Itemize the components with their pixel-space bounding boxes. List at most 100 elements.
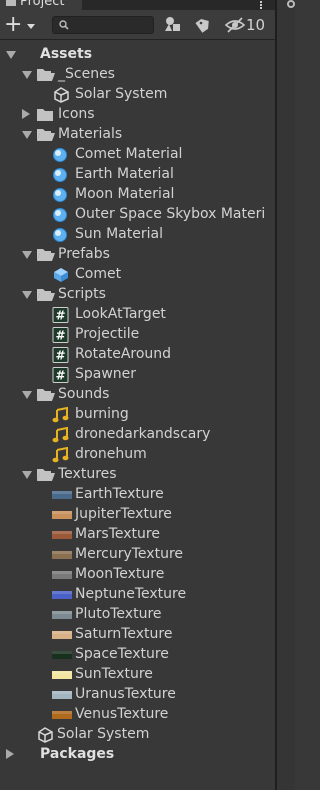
tree-item-label: Icons	[58, 106, 95, 122]
project-toolbar: + 10	[0, 10, 275, 40]
expand-arrow-icon[interactable]	[22, 131, 32, 139]
tree-item-rotatearound[interactable]: # RotateAround	[0, 344, 275, 364]
tree-item-label: MarsTexture	[75, 526, 160, 542]
expand-arrow-icon[interactable]	[22, 71, 32, 79]
material-icon	[52, 187, 69, 202]
tab-project[interactable]: Project	[0, 0, 82, 10]
script-icon: #	[52, 347, 69, 363]
tree-item-label: LookAtTarget	[75, 306, 166, 322]
texture-icon	[52, 627, 72, 641]
tree-item-solar-system[interactable]: Solar System	[0, 724, 275, 744]
search-input[interactable]	[52, 16, 154, 34]
tree-item-mercurytexture[interactable]: MercuryTexture	[0, 544, 275, 564]
shapes-icon	[165, 17, 180, 31]
collapse-arrow-icon[interactable]	[22, 109, 30, 119]
script-icon: #	[52, 327, 69, 343]
tree-item-scenes[interactable]: _Scenes	[0, 64, 275, 84]
audio-icon	[52, 446, 69, 463]
folder-open-icon	[36, 247, 55, 261]
hidden-packages-toggle[interactable]: 10	[224, 15, 274, 35]
tree-item-label: Sun Material	[75, 226, 163, 242]
texture-icon	[52, 527, 72, 541]
expand-arrow-icon[interactable]	[22, 471, 32, 479]
texture-icon	[52, 547, 72, 561]
folder-open-icon	[36, 287, 55, 301]
script-icon: #	[52, 307, 69, 323]
tree-item-uranustexture[interactable]: UranusTexture	[0, 684, 275, 704]
material-icon	[52, 147, 69, 162]
tree-item-sun-material[interactable]: Sun Material	[0, 224, 275, 244]
svg-text:#: #	[55, 369, 65, 383]
tree-item-label: SpaceTexture	[75, 646, 169, 662]
tree-item-label: EarthTexture	[75, 486, 164, 502]
tree-item-venustexture[interactable]: VenusTexture	[0, 704, 275, 724]
tree-item-label: Moon Material	[75, 186, 175, 202]
tree-item-label: JupiterTexture	[75, 506, 172, 522]
collapse-arrow-icon[interactable]	[6, 749, 14, 759]
tree-item-suntexture[interactable]: SunTexture	[0, 664, 275, 684]
tree-item-label: MoonTexture	[75, 566, 165, 582]
label-filter-button[interactable]	[192, 15, 214, 35]
expand-arrow-icon[interactable]	[22, 291, 32, 299]
material-icon	[52, 207, 69, 222]
tree-item-label: Outer Space Skybox Materi	[75, 206, 266, 222]
tree-item-marstexture[interactable]: MarsTexture	[0, 524, 275, 544]
project-tree: Assets _Scenes Solar System Icons Materials C…	[0, 44, 275, 764]
tree-item-prefabs[interactable]: Prefabs	[0, 244, 275, 264]
tree-item-packages[interactable]: Packages	[0, 744, 275, 764]
tree-item-neptunetexture[interactable]: NeptuneTexture	[0, 584, 275, 604]
tree-item-burning[interactable]: burning	[0, 404, 275, 424]
tree-item-textures[interactable]: Textures	[0, 464, 275, 484]
audio-icon	[52, 426, 69, 443]
tree-item-moontexture[interactable]: MoonTexture	[0, 564, 275, 584]
tree-item-moon-material[interactable]: Moon Material	[0, 184, 275, 204]
window-titlebar: Project	[0, 0, 275, 10]
texture-icon	[52, 567, 72, 581]
tree-item-label: dronedarkandscary	[75, 426, 211, 442]
tree-item-label: UranusTexture	[75, 686, 176, 702]
audio-icon	[52, 406, 69, 423]
circle-icon	[287, 0, 295, 8]
tree-item-icons[interactable]: Icons	[0, 104, 275, 124]
tree-item-label: RotateAround	[75, 346, 172, 362]
tree-item-spawner[interactable]: # Spawner	[0, 364, 275, 384]
tree-item-dronedarkandscary[interactable]: dronedarkandscary	[0, 424, 275, 444]
tree-item-dronehum[interactable]: dronehum	[0, 444, 275, 464]
tree-item-lookattarget[interactable]: # LookAtTarget	[0, 304, 275, 324]
tree-item-spacetexture[interactable]: SpaceTexture	[0, 644, 275, 664]
tree-item-sounds[interactable]: Sounds	[0, 384, 275, 404]
tree-item-projectile[interactable]: # Projectile	[0, 324, 275, 344]
tree-item-saturntexture[interactable]: SaturnTexture	[0, 624, 275, 644]
tree-item-label: Scripts	[58, 286, 106, 302]
tree-item-scripts[interactable]: Scripts	[0, 284, 275, 304]
script-icon: #	[52, 367, 69, 383]
tree-item-earth-material[interactable]: Earth Material	[0, 164, 275, 184]
expand-arrow-icon[interactable]	[6, 51, 16, 59]
tree-item-label: burning	[75, 406, 129, 422]
chevron-down-icon[interactable]	[27, 24, 35, 29]
folder-open-icon	[36, 467, 55, 481]
plus-icon[interactable]: +	[4, 14, 22, 36]
texture-icon	[52, 667, 72, 681]
texture-icon	[52, 687, 72, 701]
texture-icon	[52, 607, 72, 621]
tree-item-solar-system[interactable]: Solar System	[0, 84, 275, 104]
texture-icon	[52, 587, 72, 601]
expand-arrow-icon[interactable]	[22, 251, 32, 259]
tree-item-earthtexture[interactable]: EarthTexture	[0, 484, 275, 504]
tree-item-jupitertexture[interactable]: JupiterTexture	[0, 504, 275, 524]
prefab-icon	[52, 267, 69, 282]
tree-item-label: Spawner	[75, 366, 137, 382]
kebab-menu-icon[interactable]	[256, 0, 266, 10]
expand-arrow-icon[interactable]	[22, 391, 32, 399]
tree-item-label: _Scenes	[58, 66, 115, 82]
tree-item-outer-space-skybox-materi[interactable]: Outer Space Skybox Materi	[0, 204, 275, 224]
tree-item-assets[interactable]: Assets	[0, 44, 275, 64]
tree-item-plutotexture[interactable]: PlutoTexture	[0, 604, 275, 624]
type-filter-button[interactable]	[162, 15, 184, 35]
tree-item-comet-material[interactable]: Comet Material	[0, 144, 275, 164]
tree-item-materials[interactable]: Materials	[0, 124, 275, 144]
tree-item-label: Comet	[75, 266, 122, 282]
tree-item-comet[interactable]: Comet	[0, 264, 275, 284]
tree-item-label: Solar System	[57, 726, 150, 742]
